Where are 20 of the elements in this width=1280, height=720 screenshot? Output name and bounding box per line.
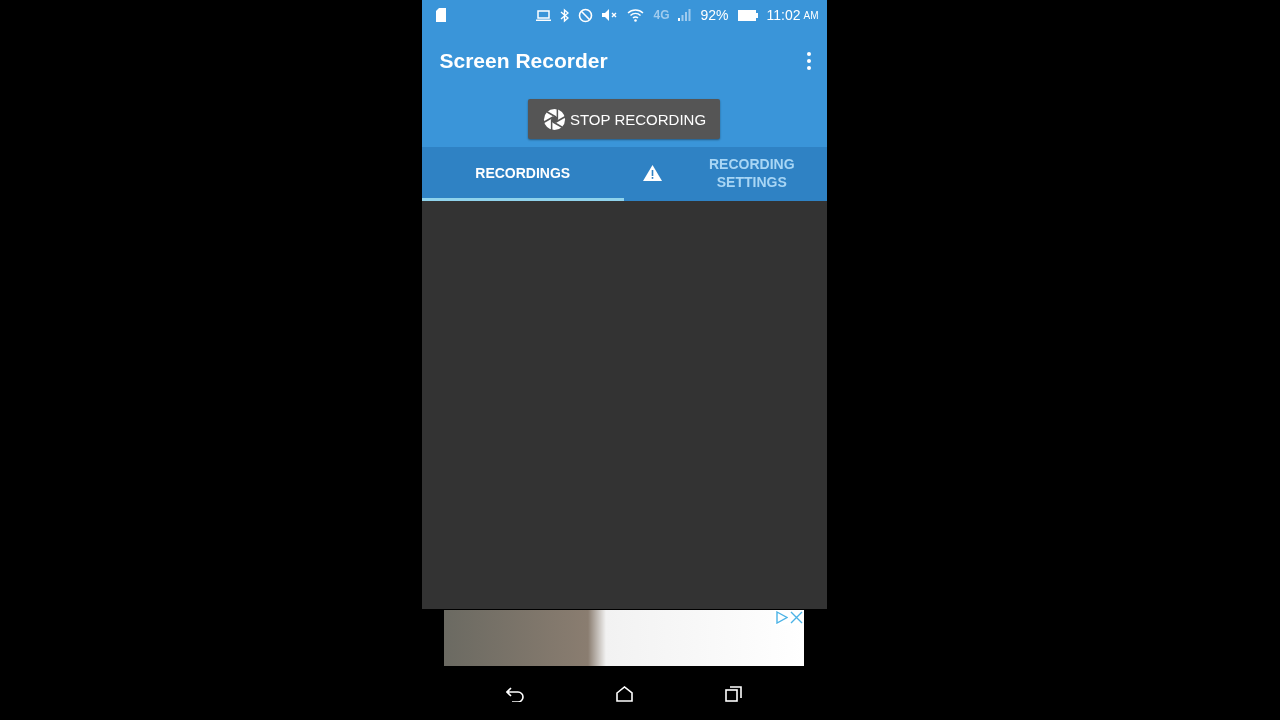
tab[interactable]: RECORDING SETTINGS <box>624 147 827 201</box>
wifi-icon <box>627 7 645 23</box>
network-type-label: 4G <box>653 8 670 22</box>
back-icon[interactable] <box>506 685 524 702</box>
block-icon <box>578 7 594 23</box>
more-options-icon[interactable] <box>806 52 811 70</box>
recent-apps-icon[interactable] <box>725 685 742 702</box>
clock-time: 11:02 <box>766 7 801 23</box>
shutter-icon <box>542 107 566 131</box>
battery-icon <box>737 9 758 21</box>
sd-card-icon <box>435 8 446 22</box>
home-icon[interactable] <box>616 685 633 702</box>
signal-icon <box>678 9 692 21</box>
stop-recording-button[interactable]: STOP RECORDING <box>527 99 721 139</box>
mute-icon <box>602 8 619 22</box>
clock-period: AM <box>803 9 819 21</box>
bluetooth-icon <box>560 7 570 23</box>
battery-percent: 92% <box>700 7 729 23</box>
laptop-icon <box>536 9 552 21</box>
app-title: Screen Recorder <box>439 49 609 73</box>
